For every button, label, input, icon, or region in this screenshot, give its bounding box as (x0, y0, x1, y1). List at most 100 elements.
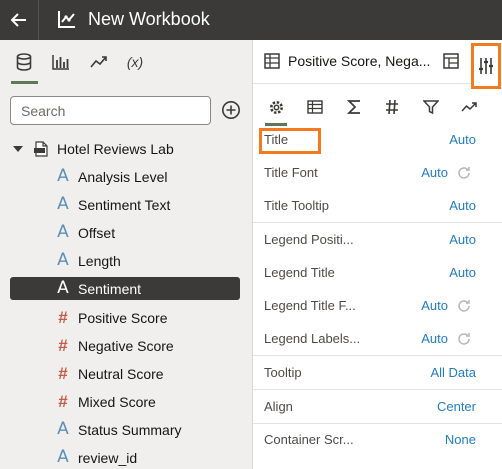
numeric-field-icon: # (58, 392, 68, 411)
text-field-icon: A (57, 194, 69, 214)
topbar-divider (38, 0, 39, 40)
numeric-field-icon: # (58, 336, 68, 355)
properties-toggle-button[interactable] (471, 43, 501, 89)
property-value[interactable]: None (445, 432, 476, 447)
reset-icon[interactable] (456, 298, 472, 314)
numeric-field-icon: # (58, 364, 68, 383)
property-tabs (253, 88, 502, 124)
text-field-icon: A (57, 447, 69, 467)
back-button[interactable] (0, 0, 38, 40)
field-item[interactable]: Areview_id (10, 446, 240, 469)
properties-panel: Positive Score, Nega... Title Auto Title… (253, 40, 502, 469)
tab-data[interactable] (11, 50, 37, 74)
field-label: Analysis Level (78, 168, 168, 185)
property-value[interactable]: Auto (421, 165, 448, 180)
field-label: Sentiment (78, 280, 142, 297)
property-value[interactable]: Auto (449, 132, 476, 147)
data-panel: (x) Hotel Reviews Lab A Analysis Level A Se… (0, 40, 252, 469)
field-item[interactable]: A Sentiment Text (10, 193, 240, 216)
field-item[interactable]: # Mixed Score (10, 390, 240, 413)
viz-name[interactable]: Positive Score, Nega... (288, 53, 438, 69)
field-item[interactable]: # Neutral Score (10, 362, 240, 385)
tab-general[interactable] (265, 96, 287, 118)
csv-dataset-icon (34, 141, 48, 157)
tab-number-format[interactable] (381, 96, 403, 118)
sliders-icon (479, 58, 493, 74)
reset-icon[interactable] (456, 165, 472, 181)
data-panel-tabs: (x) (0, 40, 252, 84)
dataset-node[interactable]: Hotel Reviews Lab (12, 138, 174, 160)
text-field-icon: A (57, 250, 69, 270)
field-label: review_id (78, 449, 138, 466)
text-field-icon: A (57, 419, 69, 439)
title-highlight-box (259, 128, 321, 154)
property-row: Container Scr... None (253, 423, 502, 456)
bar-chart-icon (52, 55, 69, 70)
property-name: Legend Title (264, 265, 335, 280)
caret-down-icon[interactable] (12, 143, 24, 155)
property-value[interactable]: Auto (421, 331, 448, 346)
property-value[interactable]: Center (437, 399, 476, 414)
property-value[interactable]: Auto (449, 265, 476, 280)
sigma-icon (347, 100, 360, 114)
property-row: Legend Title Auto (253, 256, 502, 289)
tab-grammar[interactable] (304, 96, 326, 118)
property-value[interactable]: Auto (449, 198, 476, 213)
field-item[interactable]: A Length (10, 249, 240, 272)
property-name: Legend Labels... (264, 331, 361, 346)
field-item[interactable]: A Offset (10, 221, 240, 244)
numeric-field-icon: # (58, 308, 68, 327)
reset-icon[interactable] (456, 331, 472, 347)
layout-icon[interactable] (442, 52, 460, 70)
field-item[interactable]: A Analysis Level (10, 165, 240, 188)
filter-icon (423, 100, 439, 115)
workbook-title[interactable]: New Workbook (88, 8, 210, 30)
tab-visualizations[interactable] (48, 50, 74, 74)
field-label: Positive Score (78, 309, 168, 326)
property-value[interactable]: Auto (449, 232, 476, 247)
search-field[interactable] (10, 96, 211, 125)
field-label: Status Summary (78, 421, 182, 438)
tab-calculations[interactable]: (x) (122, 50, 148, 74)
property-name: Legend Title F... (264, 298, 356, 313)
search-input[interactable] (11, 97, 210, 124)
tab-aggregation[interactable] (343, 96, 365, 118)
field-label: Mixed Score (78, 393, 156, 410)
hash-icon (386, 99, 398, 115)
active-tab-indicator (11, 81, 38, 84)
property-row: Title Font Auto (253, 156, 502, 189)
gear-icon (269, 100, 283, 114)
field-item[interactable]: # Positive Score (10, 306, 240, 329)
tab-analytics-props[interactable] (458, 96, 480, 118)
property-name: Legend Positi... (264, 232, 354, 247)
table-icon (307, 100, 323, 114)
property-name: Title Font (264, 165, 318, 180)
field-item[interactable]: # Negative Score (10, 334, 240, 357)
text-field-icon: A (57, 166, 69, 186)
property-row: Legend Title F... Auto (253, 289, 502, 322)
field-label: Negative Score (78, 337, 174, 354)
text-field-icon: A (57, 278, 69, 298)
property-name: Tooltip (264, 365, 302, 380)
property-row: Tooltip All Data (253, 356, 502, 389)
database-icon (16, 53, 32, 71)
tab-analytics[interactable] (86, 50, 112, 74)
field-item[interactable]: A Status Summary (10, 418, 240, 441)
dataset-name: Hotel Reviews Lab (57, 141, 174, 157)
property-value[interactable]: All Data (430, 365, 476, 380)
property-name: Title Tooltip (264, 198, 330, 213)
property-name: Container Scr... (264, 432, 354, 447)
field-label: Offset (78, 224, 116, 241)
field-item[interactable]: A Sentiment (10, 277, 240, 300)
property-value[interactable]: Auto (421, 298, 448, 313)
trend-icon (461, 102, 477, 112)
field-label: Sentiment Text (78, 196, 171, 213)
add-plus-icon[interactable] (221, 100, 241, 120)
tab-filters[interactable] (420, 96, 442, 118)
field-label: Length (78, 252, 121, 269)
property-row: Align Center (253, 390, 502, 423)
top-bar: New Workbook (0, 0, 502, 40)
table-viz-icon (264, 53, 280, 69)
property-name: Align (264, 399, 293, 414)
trend-icon (90, 56, 107, 68)
